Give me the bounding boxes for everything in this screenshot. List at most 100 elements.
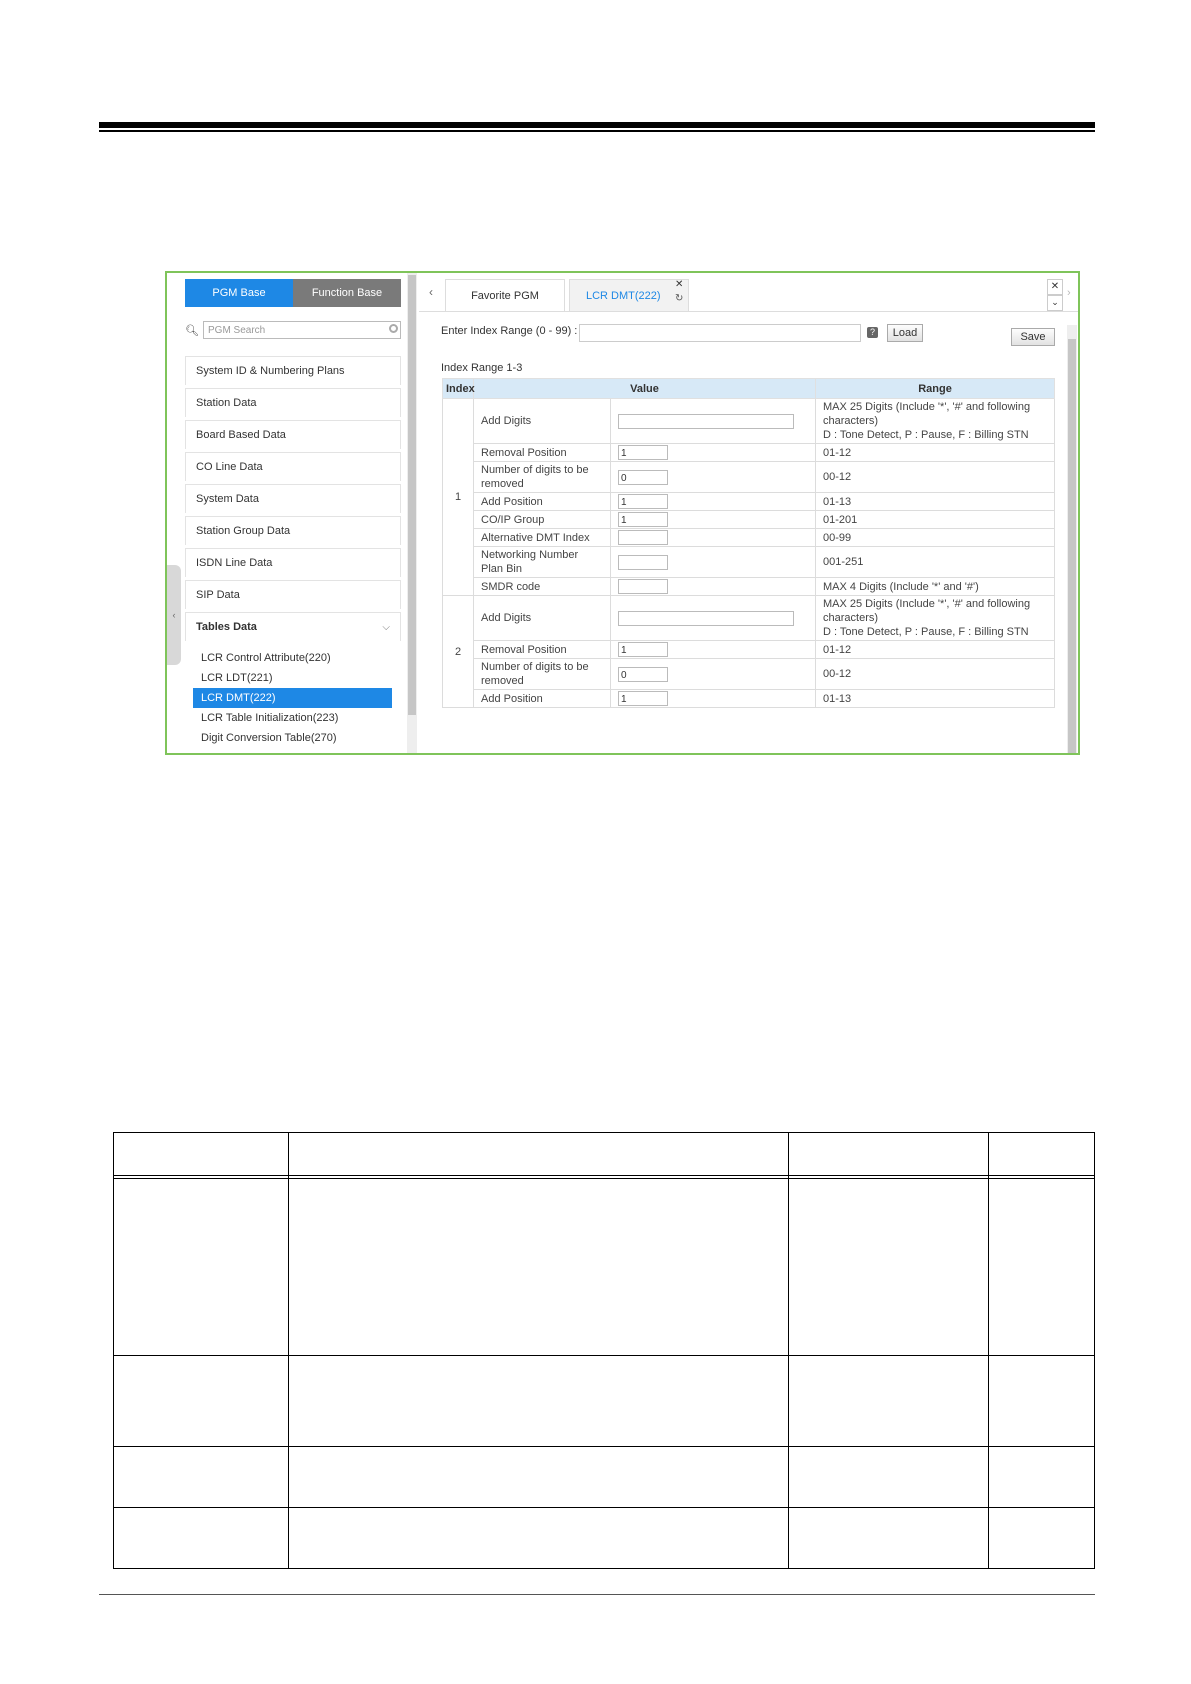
content-scroll-thumb[interactable] bbox=[1068, 339, 1076, 753]
value-input[interactable] bbox=[618, 413, 794, 429]
table-row: Alternative DMT Index 00-99 bbox=[443, 528, 1055, 547]
value-input[interactable] bbox=[618, 554, 668, 570]
table-body: 1 Add Digits MAX 25 Digits (Include '*', '… bbox=[442, 398, 1055, 708]
sidebar-item[interactable]: ISDN Line Data bbox=[185, 548, 401, 577]
header-rule bbox=[99, 122, 1095, 128]
table-rule bbox=[288, 1133, 289, 1568]
screenshot-frame: PGM Base Function Base 🔍︎ PGM Search Sys… bbox=[165, 271, 1080, 755]
help-icon[interactable]: ? bbox=[867, 327, 878, 338]
pgm-navigation-panel: PGM Base Function Base 🔍︎ PGM Search Sys… bbox=[167, 273, 408, 753]
submenu-item[interactable]: Digit Conversion Table(270) bbox=[193, 728, 401, 748]
range-cell: 00-12 bbox=[815, 658, 1055, 690]
field-label: Add Position bbox=[473, 492, 611, 511]
range-cell: 00-12 bbox=[815, 461, 1055, 493]
value-input[interactable]: 1 bbox=[618, 642, 668, 657]
table-row: Number of digits to be removed 0 00-12 bbox=[443, 658, 1055, 690]
value-cell: 0 bbox=[610, 658, 816, 690]
value-input[interactable]: 1 bbox=[618, 445, 668, 460]
sidebar-item[interactable]: System Data bbox=[185, 484, 401, 513]
table-row: Networking Number Plan Bin 001-251 bbox=[443, 546, 1055, 578]
pgm-search: 🔍︎ PGM Search bbox=[185, 321, 401, 341]
base-tabs: PGM Base Function Base bbox=[185, 279, 401, 307]
sidebar-item[interactable]: Station Data bbox=[185, 388, 401, 417]
sidebar-item[interactable]: CO Line Data bbox=[185, 452, 401, 481]
table-rule bbox=[114, 1446, 1094, 1447]
submenu-item[interactable]: LCR Table Initialization(223) bbox=[193, 708, 401, 728]
sidebar-item[interactable]: System ID & Numbering Plans bbox=[185, 356, 401, 385]
table-row: Number of digits to be removed 0 00-12 bbox=[443, 461, 1055, 493]
header-value: Value bbox=[473, 378, 816, 399]
sidebar-scroll-thumb[interactable] bbox=[408, 275, 416, 715]
tab-lcr-dmt[interactable]: LCR DMT(222) bbox=[569, 279, 689, 311]
load-button[interactable]: Load bbox=[887, 324, 923, 342]
tab-favorite-pgm[interactable]: Favorite PGM bbox=[445, 279, 565, 311]
sidebar-item-tables-data[interactable]: Tables Data ⌵ bbox=[185, 612, 401, 641]
header-range: Range bbox=[815, 378, 1055, 399]
save-button[interactable]: Save bbox=[1011, 328, 1055, 346]
field-label: SMDR code bbox=[473, 577, 611, 596]
table-row: Add Position 1 01-13 bbox=[443, 492, 1055, 511]
table-row: 1 Add Digits MAX 25 Digits (Include '*', '… bbox=[442, 398, 1055, 596]
field-label: Add Digits bbox=[473, 398, 611, 444]
table-header-row: Index Value Range bbox=[442, 378, 1055, 399]
range-cell: 00-99 bbox=[815, 528, 1055, 547]
submenu: LCR Control Attribute(220) LCR LDT(221) LC… bbox=[185, 644, 401, 748]
index-range-text: Index Range 1-3 bbox=[441, 362, 523, 374]
sidebar-item-label: Tables Data bbox=[196, 621, 257, 633]
index-range-input[interactable] bbox=[579, 324, 861, 342]
header-index: Index bbox=[442, 378, 475, 399]
value-input[interactable]: 1 bbox=[618, 512, 668, 527]
table-row: Add Position 1 01-13 bbox=[443, 689, 1055, 708]
value-cell: 1 bbox=[610, 640, 816, 659]
value-input[interactable] bbox=[618, 610, 794, 626]
table-rule bbox=[114, 1507, 1094, 1508]
range-cell: 001-251 bbox=[815, 546, 1055, 578]
clear-search-icon[interactable] bbox=[389, 324, 398, 333]
content-panel: ‹ Favorite PGM LCR DMT(222) ✕ ↻ ✕ ⌄ › En… bbox=[419, 273, 1078, 753]
range-cell: 01-201 bbox=[815, 510, 1055, 529]
value-input[interactable]: 0 bbox=[618, 666, 668, 682]
parameter-table bbox=[113, 1132, 1095, 1569]
submenu-item[interactable]: LCR DMT(222) bbox=[193, 688, 392, 708]
sidebar-item[interactable]: SIP Data bbox=[185, 580, 401, 609]
lcr-dmt-table: Index Value Range 1 Add Digits MAX 25 Digi… bbox=[442, 378, 1055, 708]
tab-bar: ‹ Favorite PGM LCR DMT(222) ✕ ↻ ✕ ⌄ › bbox=[419, 273, 1078, 312]
chevron-down-icon[interactable]: ⌄ bbox=[1047, 295, 1063, 311]
table-row: SMDR code MAX 4 Digits (Include '*' and '… bbox=[443, 577, 1055, 596]
value-input[interactable] bbox=[618, 579, 668, 594]
table-rule bbox=[114, 1355, 1094, 1356]
field-label: Add Digits bbox=[473, 595, 611, 641]
footer-rule bbox=[99, 1594, 1095, 1595]
content-scrollbar[interactable] bbox=[1067, 325, 1077, 753]
value-cell bbox=[610, 577, 816, 596]
field-label: Networking Number Plan Bin bbox=[473, 546, 611, 578]
value-input[interactable]: 1 bbox=[618, 691, 668, 706]
tab-pgm-base[interactable]: PGM Base bbox=[185, 279, 293, 307]
refresh-icon[interactable]: ↻ bbox=[675, 293, 683, 304]
search-input[interactable]: PGM Search bbox=[203, 321, 401, 339]
tab-function-base[interactable]: Function Base bbox=[293, 279, 401, 307]
value-input[interactable]: 1 bbox=[618, 494, 668, 509]
index-cell: 2 bbox=[442, 595, 474, 708]
sidebar-scrollbar[interactable] bbox=[407, 273, 417, 753]
collapse-sidebar-handle[interactable]: ‹ bbox=[167, 565, 181, 665]
field-label: Removal Position bbox=[473, 443, 611, 462]
tab-prev-icon[interactable]: ‹ bbox=[429, 285, 433, 299]
value-cell: 1 bbox=[610, 443, 816, 462]
submenu-item[interactable]: LCR LDT(221) bbox=[193, 668, 401, 688]
sidebar-item[interactable]: Station Group Data bbox=[185, 516, 401, 545]
submenu-item[interactable]: LCR Control Attribute(220) bbox=[193, 648, 401, 668]
close-tab-icon[interactable]: ✕ bbox=[675, 279, 683, 290]
field-label: Add Position bbox=[473, 689, 611, 708]
tab-next-icon[interactable]: › bbox=[1067, 287, 1071, 299]
sidebar-item[interactable]: Board Based Data bbox=[185, 420, 401, 449]
value-input[interactable]: 0 bbox=[618, 469, 668, 485]
field-label: Removal Position bbox=[473, 640, 611, 659]
value-input[interactable] bbox=[618, 530, 668, 545]
range-cell: 01-13 bbox=[815, 492, 1055, 511]
range-cell: MAX 25 Digits (Include '*', '#' and foll… bbox=[815, 398, 1055, 444]
table-rule bbox=[114, 1178, 1094, 1179]
field-label: Number of digits to be removed bbox=[473, 461, 611, 493]
range-cell: 01-12 bbox=[815, 640, 1055, 659]
close-icon[interactable]: ✕ bbox=[1047, 279, 1063, 295]
